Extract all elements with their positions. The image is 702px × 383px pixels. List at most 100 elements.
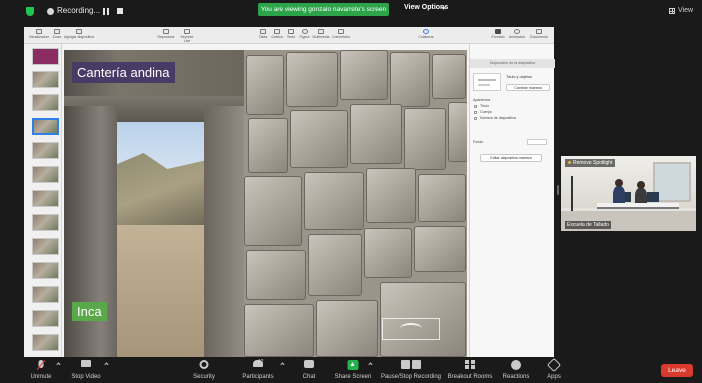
toolbar-comment-button[interactable]: Comentario	[331, 29, 351, 39]
participant-head	[637, 181, 645, 189]
pause-stop-recording-button[interactable]: Pause/Stop Recording	[379, 359, 443, 383]
meeting-controls-bar: Unmute Stop Video Security 12 Participan…	[0, 357, 702, 383]
edit-master-button[interactable]: Editar diapositiva maestra	[480, 154, 542, 162]
participant-name-caption: Escuela de Tallado	[565, 221, 611, 229]
slide-thumbnail[interactable]	[32, 71, 59, 88]
toolbar-document-button[interactable]: Documento	[528, 29, 550, 39]
toolbar-label: Gráfica	[271, 35, 283, 39]
toolbar-text-button[interactable]: Texto	[285, 29, 297, 39]
photo-door-jamb	[204, 106, 244, 357]
toolbar-format-button[interactable]: Formato	[490, 29, 506, 39]
security-label: Security	[193, 374, 215, 380]
zoom-icon	[54, 29, 60, 34]
toolbar-media-button[interactable]: Multimedia	[312, 29, 330, 39]
slide-thumbnail[interactable]	[32, 142, 59, 159]
background-fill-select[interactable]	[527, 139, 547, 145]
slide-thumbnail[interactable]	[32, 286, 59, 303]
viewing-screen-banner: You are viewing gonzalo navarrete's scre…	[258, 3, 389, 16]
toolbar-label: Reproducir	[157, 35, 175, 39]
breakout-rooms-button[interactable]: Breakout Rooms	[447, 359, 493, 383]
slide-canvas[interactable]: Cantería andina Inca	[64, 50, 467, 357]
video-options-caret-icon[interactable]	[104, 362, 109, 367]
toolbar-keynote-live-button[interactable]: Keynote Live	[177, 29, 197, 43]
wall-stone	[304, 172, 364, 230]
toolbar-table-button[interactable]: Tabla	[257, 29, 269, 39]
stop-video-button[interactable]: Stop Video	[66, 359, 106, 383]
slide-subtitle[interactable]: Inca	[72, 302, 107, 321]
toolbar-label: Agregar diapositiva	[64, 35, 94, 39]
share-screen-label: Share Screen	[334, 374, 372, 380]
toolbar-animate-button[interactable]: Animación	[507, 29, 527, 39]
unmute-label: Unmute	[30, 374, 52, 380]
participant-video-tile[interactable]: Remove Spotlight Escuela de Tallado	[561, 156, 696, 231]
toolbar-label: Visualización	[28, 35, 50, 39]
title-checkbox[interactable]	[474, 105, 477, 108]
toolbar-collaborate-button[interactable]: Colaborar	[417, 29, 435, 39]
view-button[interactable]: View	[678, 7, 693, 14]
toolbar-add-slide-button[interactable]: Agregar diapositiva	[64, 29, 94, 39]
apps-button[interactable]: Apps	[541, 357, 567, 383]
share-screen-button[interactable]: Share Screen	[333, 359, 373, 383]
wall-stone	[390, 52, 430, 107]
slide-thumbnail[interactable]	[32, 238, 59, 255]
wall-stone	[448, 102, 467, 162]
toolbar-label: Formato	[491, 35, 505, 39]
slide-thumbnail[interactable]	[32, 310, 59, 327]
participants-caret-icon[interactable]	[280, 362, 285, 367]
title-option-label: Título	[480, 104, 489, 108]
pause-icon[interactable]	[103, 8, 109, 15]
remove-spotlight-button[interactable]: Remove Spotlight	[565, 159, 616, 167]
video-laptop	[647, 192, 659, 202]
text-icon	[288, 29, 294, 34]
slide-thumbnail[interactable]	[32, 166, 59, 183]
toolbar-chart-button[interactable]: Gráfica	[270, 29, 284, 39]
slide-thumbnail-selected[interactable]	[32, 118, 59, 135]
slide-thumbnail[interactable]	[32, 94, 59, 111]
toolbar-label: Animación	[508, 35, 526, 39]
slide-title[interactable]: Cantería andina	[72, 62, 175, 83]
reactions-label: Reactions	[502, 374, 530, 380]
master-layout-preview[interactable]	[473, 73, 501, 91]
reactions-button[interactable]: Reactions	[499, 359, 533, 383]
shield-icon[interactable]	[26, 7, 34, 16]
slide-thumbnail[interactable]	[32, 262, 59, 279]
toolbar-label: Comentario	[331, 35, 351, 39]
top-bar: Recording... You are viewing gonzalo nav…	[0, 0, 702, 22]
audio-options-caret-icon[interactable]	[56, 362, 61, 367]
stop-icon[interactable]	[117, 8, 123, 14]
zoom-meeting-window: Recording... You are viewing gonzalo nav…	[0, 0, 702, 383]
toolbar-zoom-button[interactable]: Zoom	[51, 29, 63, 39]
camera-icon	[81, 360, 91, 367]
gallery-grid-icon[interactable]	[669, 8, 675, 14]
chat-button[interactable]: Chat	[297, 359, 321, 383]
master-layout-name: Título y objetos	[506, 75, 532, 79]
wall-stone	[248, 118, 288, 173]
toolbar-label: Keynote Live	[180, 35, 194, 43]
leave-button[interactable]: Leave	[661, 364, 693, 377]
wall-stone	[366, 168, 416, 223]
change-master-button[interactable]: Cambiar maestra	[506, 84, 550, 91]
security-button[interactable]: Security	[189, 359, 219, 383]
slide-thumbnail[interactable]	[32, 190, 59, 207]
slide-thumbnail[interactable]	[32, 48, 59, 65]
toolbar-view-button[interactable]: Visualización	[28, 29, 50, 39]
pause-stop-recording-label: Pause/Stop Recording	[380, 374, 442, 380]
slide-thumbnail[interactable]	[32, 214, 59, 231]
unmute-button[interactable]: Unmute	[24, 359, 58, 383]
stop-video-label: Stop Video	[71, 374, 101, 380]
toolbar-play-button[interactable]: Reproducir	[156, 29, 176, 39]
participants-label: Participants	[242, 374, 274, 380]
slide-thumbnail[interactable]	[32, 334, 59, 351]
format-inspector-panel: Disposición de la diapositiva Título y o…	[469, 44, 555, 357]
panel-resize-handle[interactable]	[557, 185, 559, 195]
slide-number-checkbox[interactable]	[474, 117, 477, 120]
body-checkbox[interactable]	[474, 111, 477, 114]
wall-stone	[246, 55, 284, 115]
inspector-tabs	[470, 44, 555, 56]
format-brush-icon	[495, 29, 501, 34]
slide-number-option-label: Número de diapositiva	[480, 116, 516, 120]
participants-button[interactable]: 12 Participants	[238, 359, 278, 383]
toolbar-shape-button[interactable]: Figura	[298, 29, 311, 39]
security-shield-icon	[199, 360, 209, 369]
wall-stone	[244, 176, 302, 246]
